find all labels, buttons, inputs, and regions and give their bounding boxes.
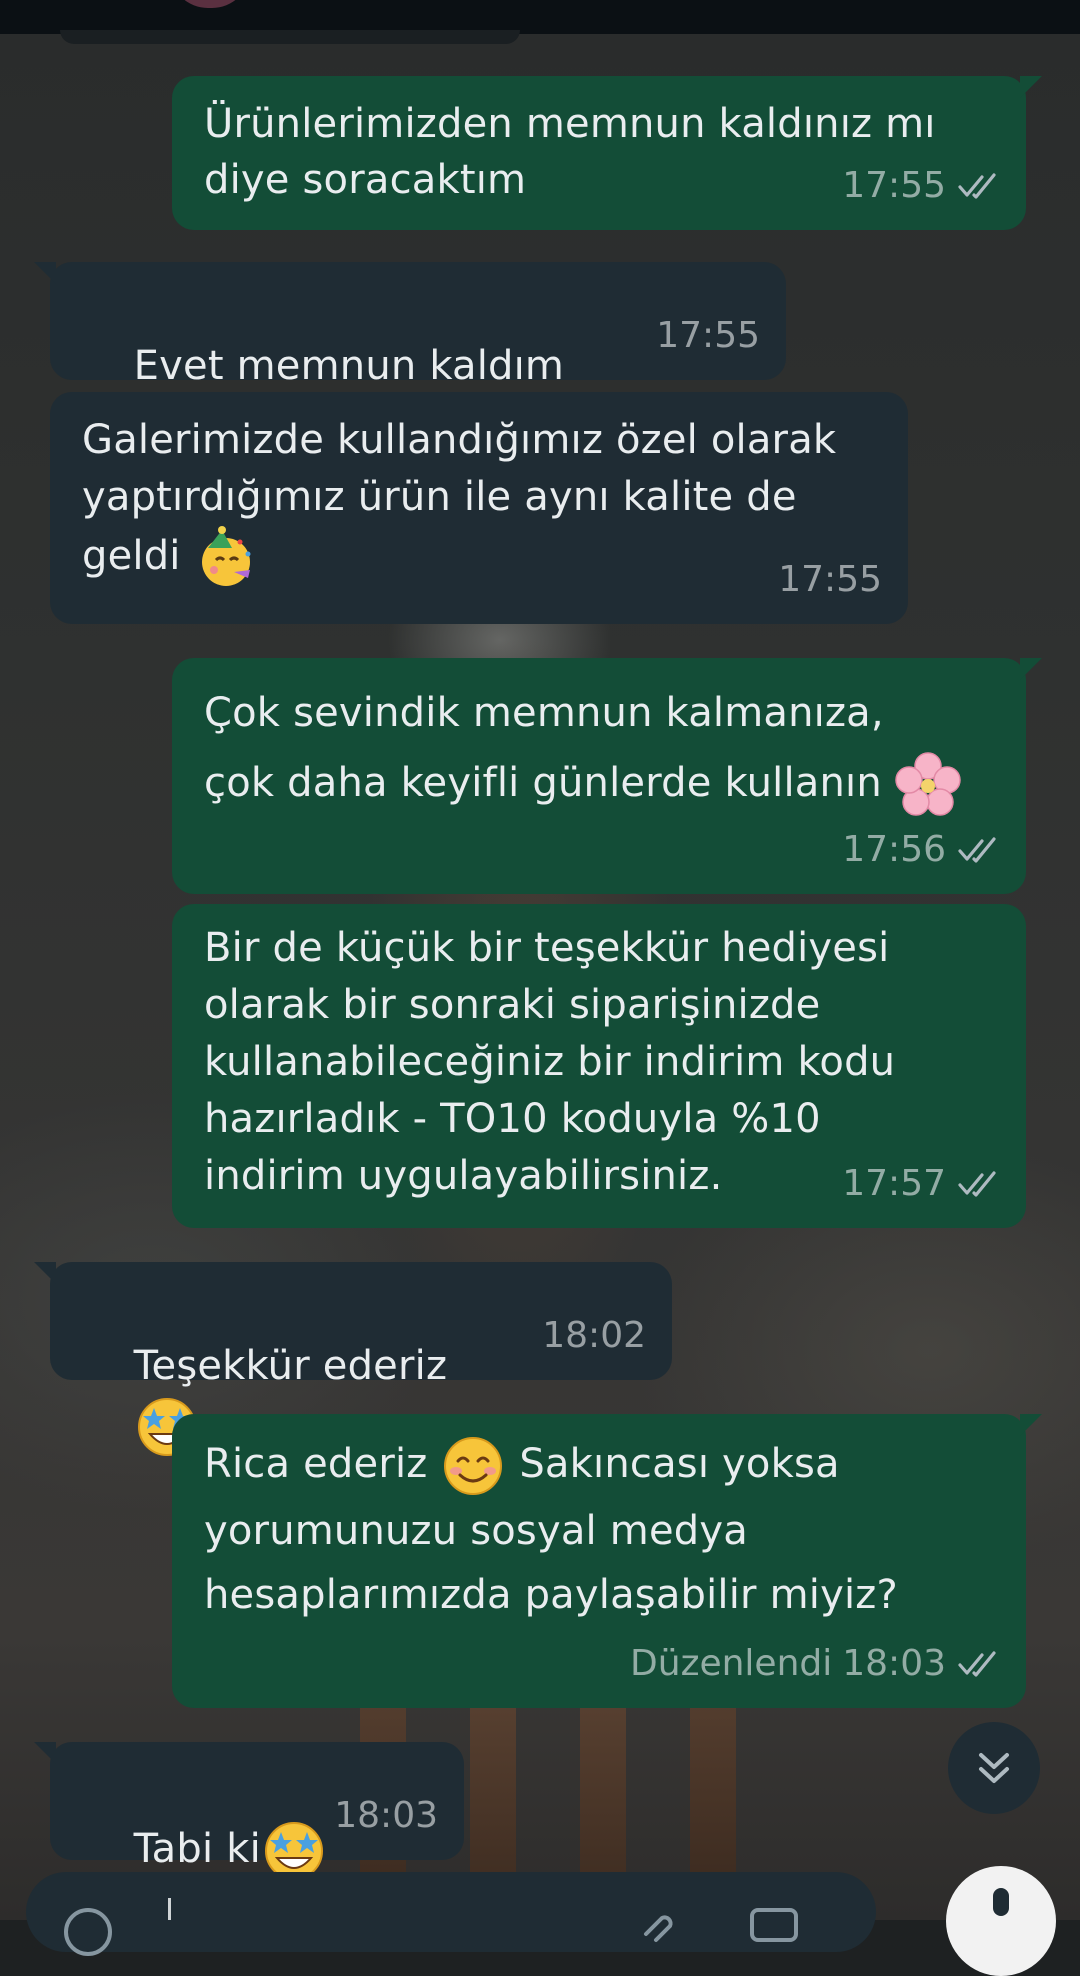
- message-text: Çok sevindik memnun kalmanıza, çok daha …: [204, 690, 884, 806]
- message-text: Tabi ki: [133, 1826, 261, 1872]
- attach-icon[interactable]: [636, 1904, 676, 1944]
- double-check-icon: [958, 1171, 996, 1197]
- message-time: 17:55: [842, 165, 946, 206]
- message-text: Ürünlerimizden memnun kaldınız mı diye s…: [204, 101, 936, 203]
- message-time: 18:02: [542, 1315, 646, 1356]
- double-check-icon: [958, 837, 996, 863]
- edited-label: Düzenlendi: [630, 1643, 833, 1684]
- double-check-icon: [958, 1651, 996, 1677]
- previous-message-edge: [60, 30, 520, 44]
- double-chevron-down-icon: [979, 1753, 1009, 1783]
- message-time: 17:56: [842, 829, 946, 870]
- text-cursor: [168, 1898, 171, 1920]
- scroll-to-bottom-button[interactable]: [948, 1722, 1040, 1814]
- message-time: 17:57: [842, 1163, 946, 1204]
- message-incoming[interactable]: Galerimizde kullandığımız özel olarak ya…: [50, 392, 908, 624]
- double-check-icon: [958, 173, 996, 199]
- message-time: 18:03: [334, 1795, 438, 1836]
- contact-avatar[interactable]: [170, 0, 250, 8]
- message-outgoing[interactable]: Çok sevindik memnun kalmanıza, çok daha …: [172, 658, 1042, 894]
- message-incoming[interactable]: Tabi ki 18:03: [34, 1742, 464, 1880]
- microphone-button[interactable]: [946, 1866, 1056, 1976]
- message-outgoing[interactable]: Rica ederiz Sakıncası yoksa yorumunuzu s…: [172, 1414, 1042, 1708]
- message-input[interactable]: [26, 1872, 876, 1956]
- smiling-face-icon: [444, 1437, 503, 1495]
- message-text: Evet memnun kaldım: [133, 343, 565, 389]
- message-time: 17:55: [656, 315, 760, 356]
- message-incoming[interactable]: Teşekkür ederiz 18:02: [34, 1262, 672, 1456]
- message-incoming[interactable]: Evet memnun kaldım 17:55: [34, 262, 786, 454]
- partying-face-icon: [201, 526, 251, 586]
- camera-icon[interactable]: [746, 1902, 802, 1942]
- message-time: 17:55: [778, 559, 882, 600]
- message-text: Rica ederiz: [204, 1441, 428, 1487]
- message-time: 18:03: [842, 1643, 946, 1684]
- emoji-icon[interactable]: [62, 1906, 114, 1958]
- microphone-icon: [993, 1888, 1009, 1916]
- cherry-blossom-icon: [895, 752, 961, 816]
- message-outgoing[interactable]: Bir de küçük bir teşekkür hediyesi olara…: [172, 904, 1026, 1228]
- chat-header: [0, 0, 1080, 34]
- message-text: Teşekkür ederiz: [133, 1343, 448, 1389]
- message-outgoing[interactable]: Ürünlerimizden memnun kaldınız mı diye s…: [172, 76, 1042, 230]
- message-text: Bir de küçük bir teşekkür hediyesi olara…: [204, 925, 896, 1199]
